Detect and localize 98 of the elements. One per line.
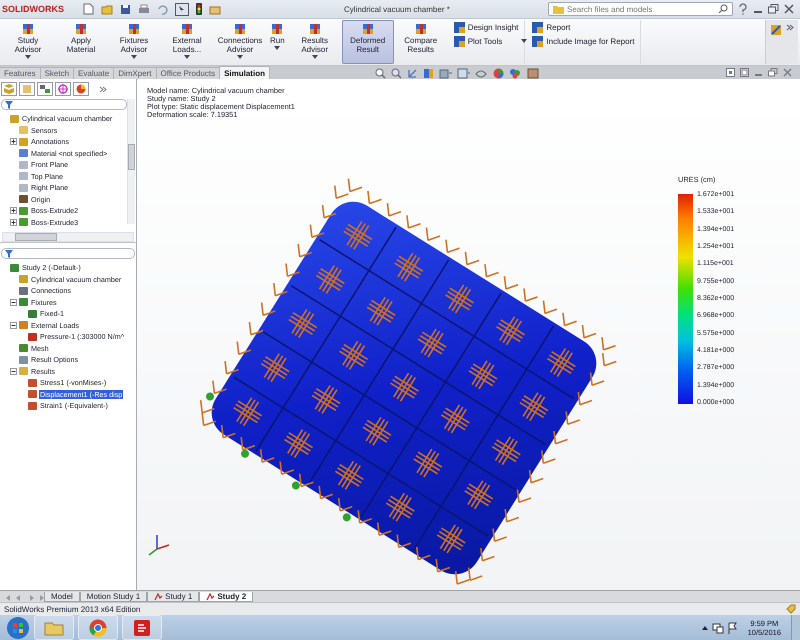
tool-icon <box>234 23 246 35</box>
window-title: Cylindrical vacuum chamber * <box>344 4 451 14</box>
scrollbar[interactable] <box>127 99 135 224</box>
ribbon-button[interactable]: Run <box>267 20 288 64</box>
ribbon-tab[interactable]: Features <box>0 67 41 79</box>
double-chevron-icon[interactable] <box>99 86 107 92</box>
ribbon-button[interactable]: Results Advisor <box>288 20 341 64</box>
search-field[interactable]: Search files and models <box>548 2 733 16</box>
save-icon[interactable] <box>120 4 131 14</box>
ribbon-button[interactable]: Design Insight <box>454 22 518 33</box>
caret-icon[interactable] <box>312 55 318 59</box>
network-icon[interactable] <box>712 622 724 634</box>
ribbon-button[interactable]: Fixtures Advisor <box>108 20 160 64</box>
traffic-light-icon[interactable] <box>196 3 202 15</box>
tool-icon <box>75 23 87 35</box>
previous-view-icon[interactable] <box>407 68 418 79</box>
restore-icon[interactable] <box>768 4 779 14</box>
expand-toggle[interactable] <box>10 207 17 214</box>
search-icon <box>718 4 728 14</box>
help-icon[interactable] <box>738 3 748 15</box>
double-chevron-icon[interactable] <box>786 24 794 31</box>
expand-toggle[interactable] <box>10 322 17 329</box>
expand-toggle[interactable] <box>10 218 17 226</box>
expand-toggle[interactable] <box>10 298 17 306</box>
display-style-icon[interactable] <box>457 68 470 79</box>
ribbon-tab[interactable]: Office Products <box>156 67 220 79</box>
hide-show-icon[interactable] <box>475 68 488 79</box>
browser-icon <box>89 618 107 636</box>
filter-icon <box>5 250 13 258</box>
search-input[interactable]: Search files and models <box>567 4 715 14</box>
crosshair-icon[interactable] <box>55 82 71 96</box>
app-logo: SOLIDWORKS <box>2 4 65 14</box>
ribbon-button[interactable]: Connections Advisor <box>214 20 266 64</box>
print-icon[interactable] <box>138 4 150 14</box>
tool-icon <box>181 23 193 35</box>
study-tab[interactable]: Study 2 <box>199 592 254 602</box>
feature-manager-icon[interactable] <box>1 82 17 96</box>
tray-arrow-icon[interactable] <box>702 626 708 630</box>
view-orientation-icon[interactable] <box>439 68 452 79</box>
tool-icon <box>414 23 427 35</box>
customize-icon[interactable] <box>770 24 782 36</box>
zoom-icon[interactable] <box>375 68 386 79</box>
tool-icon <box>454 22 465 33</box>
tool-icon <box>128 23 140 35</box>
status-text: SolidWorks Premium 2013 x64 Edition <box>4 604 140 614</box>
tool-icon <box>454 36 465 47</box>
filter-icon <box>5 100 13 108</box>
close-icon[interactable] <box>784 4 794 14</box>
caret-icon[interactable] <box>237 55 243 59</box>
study-tab[interactable]: Model <box>44 592 80 602</box>
tool-icon <box>362 23 374 35</box>
zoom-area-icon[interactable] <box>391 68 402 79</box>
ribbon-tab[interactable]: Evaluate <box>73 67 114 79</box>
taskbar-button[interactable] <box>78 615 118 640</box>
ribbon-tab[interactable]: Simulation <box>219 66 270 79</box>
configuration-icon[interactable] <box>37 82 53 96</box>
ribbon-button[interactable]: External Loads... <box>161 20 213 64</box>
taskbar-button[interactable] <box>34 615 74 640</box>
tool-icon <box>271 23 284 35</box>
scene-icon[interactable] <box>509 68 522 79</box>
restore-icon[interactable] <box>768 68 778 77</box>
appearance-icon[interactable] <box>493 68 504 79</box>
filter-field[interactable] <box>1 99 127 110</box>
ribbon-button[interactable]: Apply Material <box>55 20 107 64</box>
display-manager-icon[interactable] <box>73 82 89 96</box>
undo-icon[interactable] <box>157 4 168 14</box>
ribbon-button[interactable]: Deformed Result <box>342 20 394 64</box>
taskbar-button[interactable] <box>122 615 162 640</box>
close-icon[interactable] <box>783 68 792 77</box>
expand-toggle[interactable] <box>10 138 17 146</box>
tool-icon <box>532 36 544 47</box>
caret-icon[interactable] <box>521 39 528 43</box>
study-tab[interactable]: Study 1 <box>147 592 200 602</box>
property-manager-icon[interactable] <box>19 82 35 96</box>
scrollbar[interactable] <box>2 232 134 242</box>
flag-icon[interactable] <box>728 622 738 634</box>
caret-icon[interactable] <box>274 46 280 50</box>
section-view-icon[interactable] <box>423 68 434 79</box>
tool-icon <box>532 22 544 33</box>
caret-icon[interactable] <box>25 55 31 59</box>
ribbon-button[interactable]: Plot Tools <box>454 36 518 47</box>
caret-icon[interactable] <box>131 55 137 59</box>
app-icon <box>133 618 151 636</box>
ribbon-tab[interactable]: Sketch <box>40 67 74 79</box>
ribbon-button[interactable]: Report <box>532 22 634 33</box>
tool-icon <box>22 23 34 35</box>
axis-triad-icon <box>148 535 170 556</box>
expand-toggle[interactable] <box>10 368 17 375</box>
new-document-icon[interactable] <box>83 3 94 15</box>
caret-icon[interactable] <box>184 55 190 59</box>
ribbon-button[interactable]: Include Image for Report <box>532 36 634 47</box>
start-button-icon[interactable] <box>6 616 30 640</box>
filter-field[interactable] <box>1 248 135 259</box>
tool-icon <box>308 23 321 35</box>
ribbon-button[interactable]: Compare Results <box>394 20 447 64</box>
ribbon-button[interactable]: Study Advisor <box>2 20 54 64</box>
study-tab[interactable]: Motion Study 1 <box>80 592 148 602</box>
ribbon-tab[interactable]: DimXpert <box>113 67 157 79</box>
